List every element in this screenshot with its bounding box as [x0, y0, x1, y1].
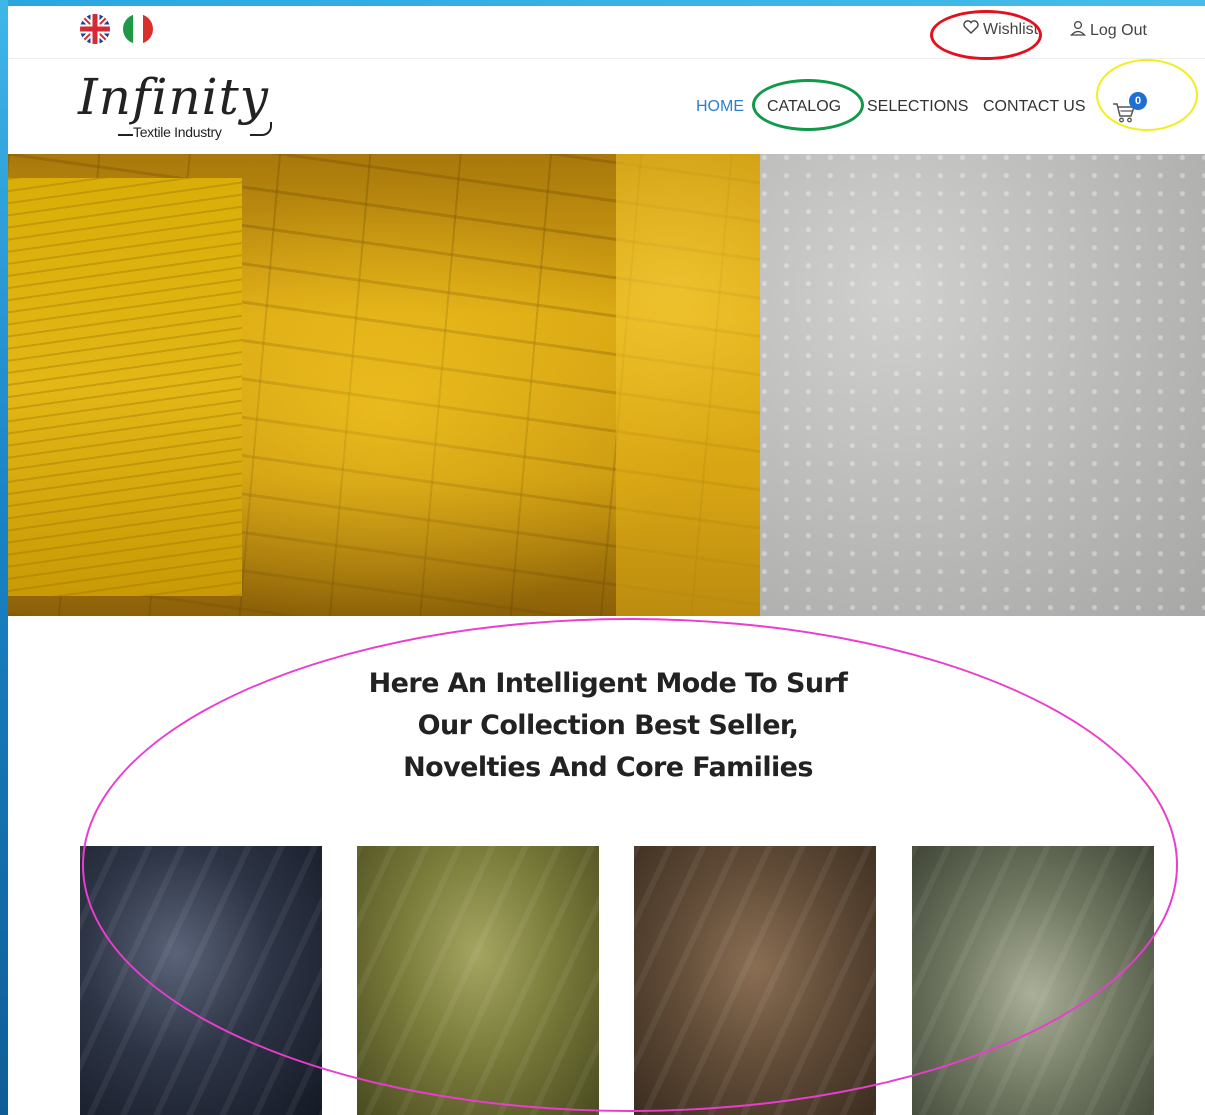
- window-side-border: [0, 0, 8, 1115]
- logo-swoosh-left: [118, 134, 133, 136]
- italy-flag-icon[interactable]: [123, 14, 153, 44]
- nav-home[interactable]: HOME: [696, 98, 744, 116]
- logo-tagline: Textile Industry: [133, 124, 222, 140]
- tile-texture: [80, 846, 322, 1115]
- hero-banner: [8, 154, 1205, 616]
- page: Wishlist Log Out Infinity Textile Indust…: [8, 6, 1205, 1115]
- tile-texture: [912, 846, 1154, 1115]
- fabric-tile-olive[interactable]: [357, 846, 599, 1115]
- logo-swoosh-right: [250, 122, 272, 136]
- wishlist-label: Wishlist: [983, 20, 1039, 38]
- hero-overlay-panel: [616, 154, 760, 616]
- wishlist-link[interactable]: Wishlist: [963, 20, 1038, 39]
- logout-link[interactable]: Log Out: [1070, 20, 1147, 41]
- fabric-tile-brown[interactable]: [634, 846, 876, 1115]
- fabric-tile-navy[interactable]: [80, 846, 322, 1115]
- hero-fabric-texture: [760, 154, 1205, 616]
- uk-flag-icon[interactable]: [80, 14, 110, 44]
- tile-texture: [357, 846, 599, 1115]
- heart-icon: [963, 20, 979, 39]
- intro-line-1: Here An Intelligent Mode To Surf: [368, 668, 848, 699]
- cart-button[interactable]: 0: [1111, 92, 1151, 124]
- intro-heading: Here An Intelligent Mode To Surf Our Col…: [308, 663, 908, 789]
- nav-selections[interactable]: SELECTIONS: [867, 98, 968, 116]
- intro-line-2: Our Collection Best Seller,: [417, 710, 799, 741]
- intro-line-3: Novelties And Core Families: [403, 752, 813, 783]
- main-header: Infinity Textile Industry HOME CATALOG S…: [8, 58, 1205, 154]
- cart-count-badge: 0: [1129, 92, 1147, 110]
- logout-label: Log Out: [1090, 21, 1147, 39]
- fabric-tile-sage[interactable]: [912, 846, 1154, 1115]
- utility-bar: Wishlist Log Out: [8, 6, 1205, 59]
- user-icon: [1070, 20, 1086, 41]
- logo-wordmark: Infinity: [78, 68, 269, 126]
- nav-catalog[interactable]: CATALOG: [767, 98, 841, 116]
- nav-contact-us[interactable]: CONTACT US: [983, 98, 1086, 116]
- hero-sand-panel: [8, 178, 242, 596]
- tile-texture: [634, 846, 876, 1115]
